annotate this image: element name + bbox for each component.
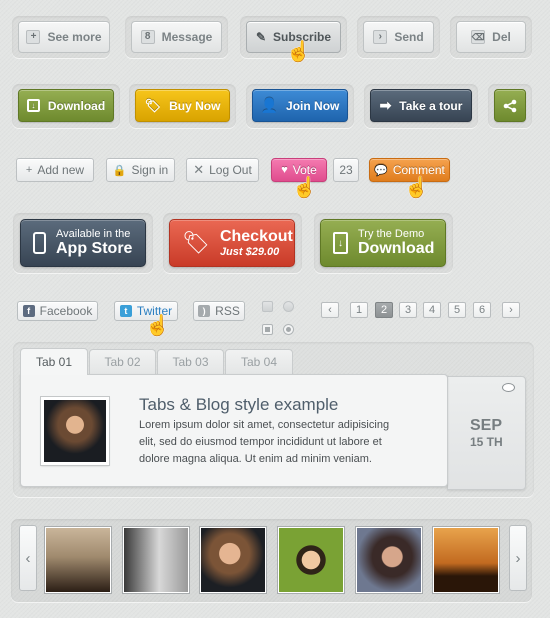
vote-count-badge: 23: [333, 158, 359, 182]
facebook-button[interactable]: f Facebook: [17, 301, 98, 321]
facebook-icon: f: [22, 305, 35, 317]
download-file-icon: ↓: [333, 232, 348, 254]
checkout-line1: Checkout: [219, 228, 293, 245]
facebook-label: Facebook: [39, 304, 93, 318]
cursor-hand-icon: ☝: [286, 41, 311, 63]
send-button[interactable]: › Send: [363, 21, 434, 53]
cursor-hand-icon: ☝: [145, 315, 170, 337]
gallery-thumb-silhouettes[interactable]: [433, 527, 499, 593]
download-icon: ↓: [26, 99, 40, 112]
join-now-button[interactable]: 👤 Join Now: [252, 89, 348, 122]
app-store-line2: App Store: [56, 240, 133, 257]
pagination-prev-button[interactable]: ‹: [321, 302, 339, 318]
message-button[interactable]: 8 Message: [131, 21, 222, 53]
rss-label: RSS: [215, 304, 240, 318]
sign-in-label: Sign in: [131, 163, 169, 177]
download-button[interactable]: ↓ Download: [18, 89, 114, 122]
see-more-button[interactable]: + See more: [18, 21, 110, 53]
pagination-page-5[interactable]: 5: [448, 302, 466, 318]
send-label: Send: [394, 30, 424, 44]
user-icon: 👤: [260, 97, 279, 113]
phone-icon: [33, 232, 46, 254]
chevron-right-icon: ›: [373, 30, 388, 44]
sign-in-button[interactable]: 🔒 Sign in: [106, 158, 175, 182]
checkbox[interactable]: [262, 301, 273, 312]
cursor-hand-icon: ☝: [292, 177, 317, 199]
gallery-thumb-portrait-bw[interactable]: [123, 527, 189, 593]
comment-label: Comment: [392, 163, 445, 177]
speech-bubble-icon: 💬: [374, 164, 388, 177]
tab-04[interactable]: Tab 04: [225, 349, 293, 374]
tab-panel: Tabs & Blog style example Lorem ipsum do…: [20, 374, 448, 487]
log-out-button[interactable]: ✕ Log Out: [186, 158, 259, 182]
share-icon: [503, 99, 517, 112]
gallery-prev-button[interactable]: ‹: [19, 525, 37, 591]
message-count-icon: 8: [140, 30, 155, 44]
lock-icon: 🔒: [112, 164, 127, 177]
twitter-bird-icon: t: [119, 305, 132, 317]
vote-count: 23: [339, 163, 353, 177]
pagination-page-2[interactable]: 2: [375, 302, 393, 318]
pencil-icon: ✎: [255, 30, 267, 44]
log-out-label: Log Out: [209, 163, 252, 177]
date-badge: SEP 15 TH: [447, 376, 526, 490]
close-icon: ✕: [193, 162, 205, 177]
demo-download-button[interactable]: ↓ Try the Demo Download: [320, 219, 446, 267]
message-label: Message: [161, 30, 213, 44]
checkbox-checked[interactable]: [262, 324, 273, 335]
take-tour-button[interactable]: ➡ Take a tour: [370, 89, 472, 122]
gallery-next-button[interactable]: ›: [509, 525, 527, 591]
blog-photo[interactable]: [41, 397, 109, 465]
gallery-thumb-face[interactable]: [356, 527, 422, 593]
buy-now-label: Buy Now: [169, 98, 221, 113]
tab-01[interactable]: Tab 01: [20, 348, 88, 375]
cursor-hand-icon: ☝: [404, 177, 429, 199]
gallery-thumb-girl[interactable]: [278, 527, 344, 593]
demo-line1: Try the Demo: [358, 228, 425, 240]
demo-line2: Download: [358, 240, 435, 257]
date-month: SEP: [470, 417, 503, 434]
tab-02[interactable]: Tab 02: [89, 349, 156, 374]
vote-label: Vote: [292, 163, 317, 177]
speech-bubble-icon: [502, 383, 515, 392]
del-button[interactable]: ⌫ Del: [456, 21, 526, 53]
buy-now-button[interactable]: 🏷 Buy Now: [135, 89, 230, 122]
checkout-line2: Just $29.00: [219, 246, 280, 258]
pagination-page-4[interactable]: 4: [423, 302, 441, 318]
see-more-label: See more: [47, 30, 102, 44]
plus-icon: +: [26, 30, 41, 44]
gallery-thumb-woman[interactable]: [200, 527, 266, 593]
add-new-button[interactable]: + Add new: [16, 158, 94, 182]
blog-title[interactable]: Tabs & Blog style example: [139, 395, 338, 415]
radio-button[interactable]: [283, 301, 294, 312]
add-new-label: Add new: [37, 163, 85, 177]
gallery-thumb-concert[interactable]: [45, 527, 111, 593]
pagination-page-1[interactable]: 1: [350, 302, 368, 318]
eraser-icon: ⌫: [471, 30, 486, 44]
checkout-button[interactable]: 🏷 Checkout Just $29.00: [169, 219, 295, 267]
app-store-button[interactable]: Available in the App Store: [20, 219, 146, 267]
radio-button-checked[interactable]: [283, 324, 294, 335]
arrow-right-icon: ➡: [379, 97, 392, 113]
pagination-page-3[interactable]: 3: [399, 302, 417, 318]
price-tag-icon: 🏷: [182, 230, 210, 255]
app-store-line1: Available in the: [56, 228, 131, 240]
share-button[interactable]: [494, 89, 526, 122]
rss-icon: ): [198, 305, 211, 317]
pagination-next-button[interactable]: ›: [502, 302, 520, 318]
blog-body: Lorem ipsum dolor sit amet, consectetur …: [139, 419, 390, 465]
plus-icon: +: [25, 164, 33, 176]
take-tour-label: Take a tour: [399, 98, 463, 113]
price-tag-icon: 🏷: [144, 97, 162, 113]
del-label: Del: [492, 30, 511, 44]
date-day: 15 TH: [470, 435, 503, 449]
rss-button[interactable]: ) RSS: [193, 301, 245, 321]
pagination-page-6[interactable]: 6: [473, 302, 491, 318]
tab-03[interactable]: Tab 03: [157, 349, 224, 374]
join-now-label: Join Now: [286, 98, 340, 113]
heart-icon: ♥: [281, 164, 288, 176]
download-label: Download: [47, 98, 106, 113]
